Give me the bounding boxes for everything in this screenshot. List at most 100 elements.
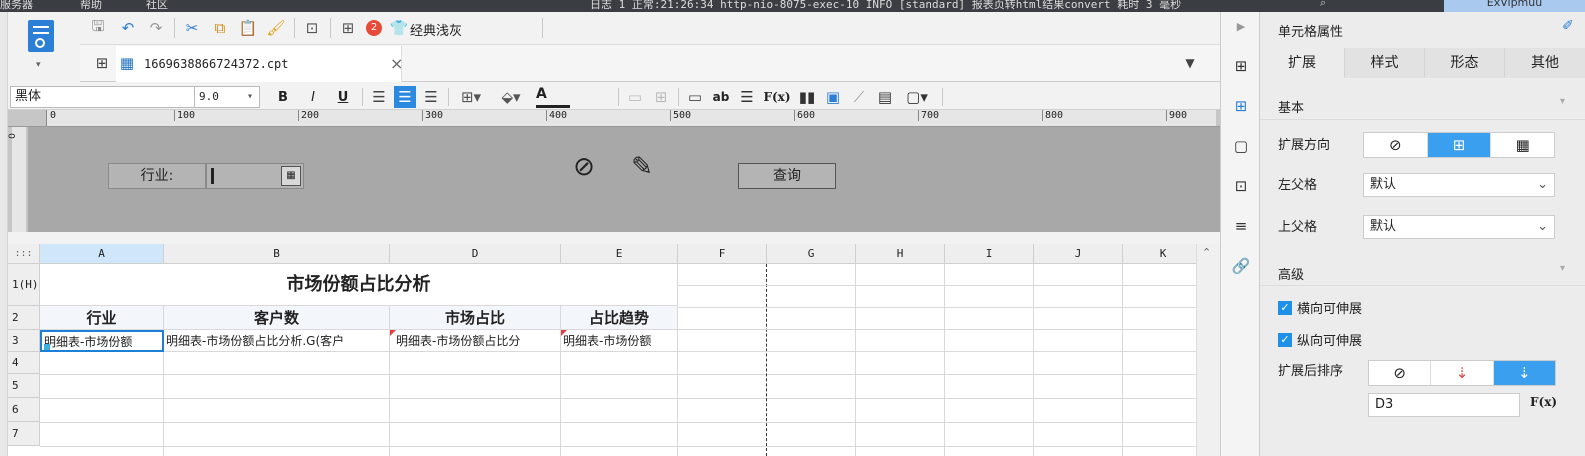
col-header-k[interactable]: K xyxy=(1123,244,1204,264)
col-header-b[interactable]: B xyxy=(164,244,390,264)
col-header-a[interactable]: A xyxy=(40,244,164,264)
image-icon[interactable]: ▣ xyxy=(822,86,844,108)
row-header-1[interactable]: 1(H) xyxy=(8,264,40,306)
header-cell-customers[interactable]: 客户数 xyxy=(164,306,390,330)
vertical-extend-checkbox[interactable]: ✓ 纵向可伸展 xyxy=(1278,330,1362,349)
no-sort-icon[interactable]: ⊘ xyxy=(1369,361,1432,385)
text-field-icon[interactable]: ▭ xyxy=(684,86,706,108)
formula-button[interactable]: F(x) xyxy=(762,86,792,108)
tab-shape[interactable]: 形态 xyxy=(1424,48,1504,78)
col-header-i[interactable]: I xyxy=(945,244,1034,264)
data-cell-b3[interactable]: 明细表-市场份额占比分析.G(客户 xyxy=(164,330,390,352)
left-parent-select[interactable]: 默认 ⌄ xyxy=(1363,173,1555,197)
title-cell[interactable]: 市场份额占比分析 xyxy=(40,264,678,306)
save-icon[interactable]: 🖫 xyxy=(86,16,110,40)
corner-cell[interactable]: ::: xyxy=(8,244,40,264)
col-header-h[interactable]: H xyxy=(856,244,945,264)
cut-icon[interactable]: ✂ xyxy=(180,16,204,40)
horizontal-extend-checkbox[interactable]: ✓ 横向可伸展 xyxy=(1278,298,1362,317)
theme-label[interactable]: 经典浅灰 xyxy=(410,20,462,39)
row-header-7[interactable]: 7 xyxy=(8,422,40,446)
cell-attributes-icon[interactable]: ⊞ xyxy=(1229,94,1253,118)
tab-other[interactable]: 其他 xyxy=(1504,48,1585,78)
theme-icon[interactable]: 👕 xyxy=(388,16,410,40)
menu-item-community[interactable]: 社区 xyxy=(146,0,168,12)
float-element-icon[interactable]: ▢ xyxy=(1229,134,1253,158)
horizontal-expand-icon[interactable]: ▦ xyxy=(1491,133,1554,157)
row-header-6[interactable]: 6 xyxy=(8,398,40,422)
col-header-g[interactable]: G xyxy=(767,244,856,264)
font-color-button[interactable]: A xyxy=(536,86,570,108)
notification-badge[interactable]: 2 xyxy=(366,20,382,36)
undo-icon[interactable]: ↶ xyxy=(116,16,140,40)
subreport-icon[interactable]: ▤ xyxy=(874,86,896,108)
slash-icon[interactable]: ⟋ xyxy=(848,86,870,108)
empty-grid[interactable] xyxy=(40,352,1204,456)
header-cell-market-share[interactable]: 市场占比 xyxy=(390,306,561,330)
header-cell-industry[interactable]: 行业 xyxy=(40,306,164,330)
fill-color-icon[interactable]: ⬙▾ xyxy=(494,86,528,108)
italic-button[interactable]: I xyxy=(302,86,324,108)
template-doc-icon[interactable] xyxy=(28,20,54,52)
tab-file[interactable]: ▦ 1669638866724372.cpt × xyxy=(116,46,403,82)
widget-icon[interactable]: ⊡ xyxy=(1229,174,1253,198)
formula-button[interactable]: F(x) xyxy=(1530,395,1557,409)
underline-button[interactable]: U xyxy=(332,86,354,108)
tab-menu-icon[interactable]: ▼ xyxy=(1180,53,1200,73)
header-cell-share-trend[interactable]: 占比趋势 xyxy=(561,306,678,330)
data-cell-e3[interactable]: 明细表-市场份额 xyxy=(561,330,678,352)
merge-icon[interactable]: ▭ xyxy=(624,86,646,108)
sort-descending-icon[interactable]: ⇣ xyxy=(1493,361,1555,385)
sort-field-input[interactable]: D3 xyxy=(1368,393,1520,417)
data-cell-d3[interactable]: 明细表-市场份额占比分 xyxy=(390,330,561,352)
row-header-2[interactable]: 2 xyxy=(8,306,40,330)
query-button[interactable]: 查询 xyxy=(738,163,836,189)
calendar-icon[interactable]: ▦ xyxy=(281,166,301,186)
border-icon[interactable]: ⊞▾ xyxy=(454,86,488,108)
chart-icon[interactable]: ▮▮ xyxy=(796,86,818,108)
search-icon[interactable]: ⌕ xyxy=(1320,0,1326,10)
pencil-icon[interactable]: ✎ xyxy=(622,149,662,185)
eye-slash-icon[interactable]: ⊘ xyxy=(564,149,604,185)
col-header-d[interactable]: D xyxy=(390,244,561,264)
menu-item-server[interactable]: 服务器 xyxy=(0,0,33,12)
vertical-expand-icon[interactable]: ⊞ xyxy=(1427,133,1492,157)
close-icon[interactable]: × xyxy=(390,54,403,73)
col-header-j[interactable]: J xyxy=(1034,244,1123,264)
no-expand-icon[interactable]: ⊘ xyxy=(1364,133,1428,157)
collapse-arrow-icon[interactable]: ▶ xyxy=(1231,16,1251,36)
row-header-4[interactable]: 4 xyxy=(8,352,40,374)
chevron-up-icon[interactable]: ⌃ xyxy=(1202,246,1211,259)
col-header-f[interactable]: F xyxy=(678,244,767,264)
copy-icon[interactable]: ⧉ xyxy=(208,16,232,40)
data-icon[interactable]: ⊞ xyxy=(336,16,360,40)
align-right-icon[interactable]: ☰ xyxy=(420,86,442,108)
chevron-down-icon[interactable]: ▾ xyxy=(36,60,41,70)
vertical-scrollbar[interactable]: ⌃ xyxy=(1196,244,1220,456)
align-center-icon[interactable]: ☰ xyxy=(394,86,416,108)
split-icon[interactable]: ⊞ xyxy=(650,86,672,108)
section-basic[interactable]: 基本 ▾ xyxy=(1260,90,1585,120)
align-left-icon[interactable]: ☰ xyxy=(368,86,390,108)
industry-input[interactable]: ▦ xyxy=(206,163,304,189)
rich-text-icon[interactable]: ☰ xyxy=(736,86,758,108)
row-header-3[interactable]: 3 xyxy=(8,330,40,352)
format-painter-icon[interactable]: 🖌 xyxy=(264,16,288,40)
menu-item-help[interactable]: 帮助 xyxy=(80,0,102,12)
redo-icon[interactable]: ↷ xyxy=(144,16,168,40)
section-advanced[interactable]: 高级 ▾ xyxy=(1260,256,1585,286)
hyperlink-icon[interactable]: 🔗 xyxy=(1229,254,1253,278)
top-parent-select[interactable]: 默认 ⌄ xyxy=(1363,215,1555,239)
font-family-select[interactable]: 黑体 ▾ xyxy=(10,86,216,108)
sort-ascending-icon[interactable]: ⇣ xyxy=(1431,361,1494,385)
tab-expand[interactable]: 扩展 xyxy=(1260,48,1344,78)
tab-style[interactable]: 样式 xyxy=(1344,48,1424,78)
preview-icon[interactable]: ⊡ xyxy=(300,16,324,40)
font-size-select[interactable]: 9.0 ▾ xyxy=(194,86,260,108)
grid-layout-icon[interactable]: ⊞ xyxy=(92,53,112,73)
col-header-e[interactable]: E xyxy=(561,244,678,264)
condition-icon[interactable]: ≡ xyxy=(1229,214,1253,238)
text-button[interactable]: ab xyxy=(710,86,732,108)
bold-button[interactable]: B xyxy=(272,86,294,108)
row-header-5[interactable]: 5 xyxy=(8,374,40,398)
